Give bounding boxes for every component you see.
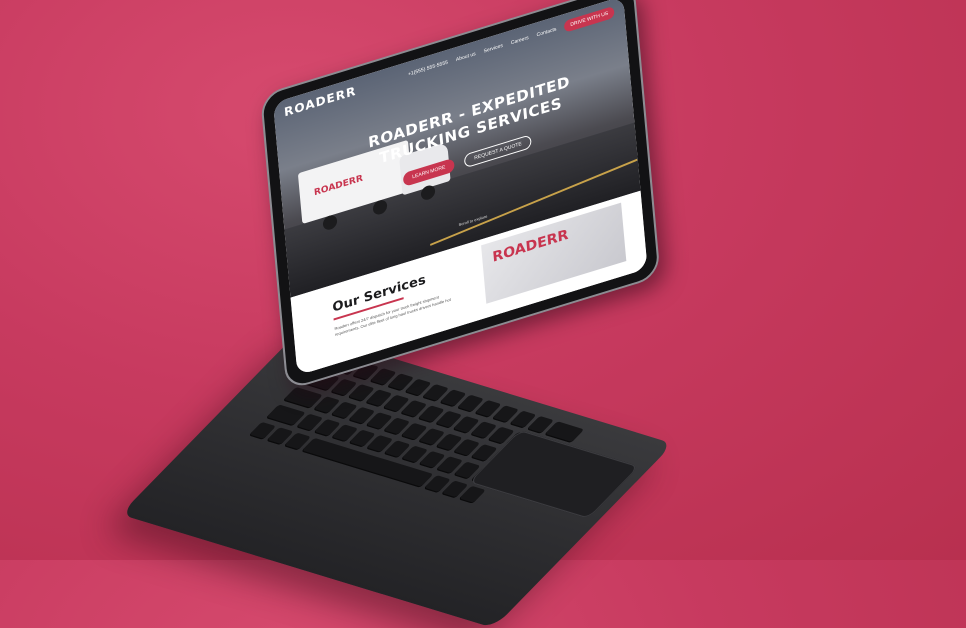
site-logo[interactable]: ROADERR	[284, 84, 357, 120]
tablet-screen: ROADERR ROADERR +1(555) 555-5555 About u…	[273, 0, 648, 376]
nav-phone[interactable]: +1(555) 555-5555	[408, 60, 448, 78]
nav-link-careers[interactable]: Careers	[511, 35, 529, 46]
nav-link-about[interactable]: About us	[456, 51, 476, 63]
tablet-device: ROADERR ROADERR +1(555) 555-5555 About u…	[260, 0, 661, 391]
nav-link-contacts[interactable]: Contacts	[536, 26, 556, 38]
mockup-scene: ROADERR ROADERR +1(555) 555-5555 About u…	[0, 0, 966, 628]
nav-links: +1(555) 555-5555 About us Services Caree…	[408, 5, 615, 81]
nav-link-services[interactable]: Services	[483, 43, 503, 55]
trailer-logo: ROADERR	[313, 173, 364, 199]
services-image-label: ROADERR	[491, 226, 570, 266]
drive-with-us-button[interactable]: DRIVE WITH US	[563, 5, 615, 33]
